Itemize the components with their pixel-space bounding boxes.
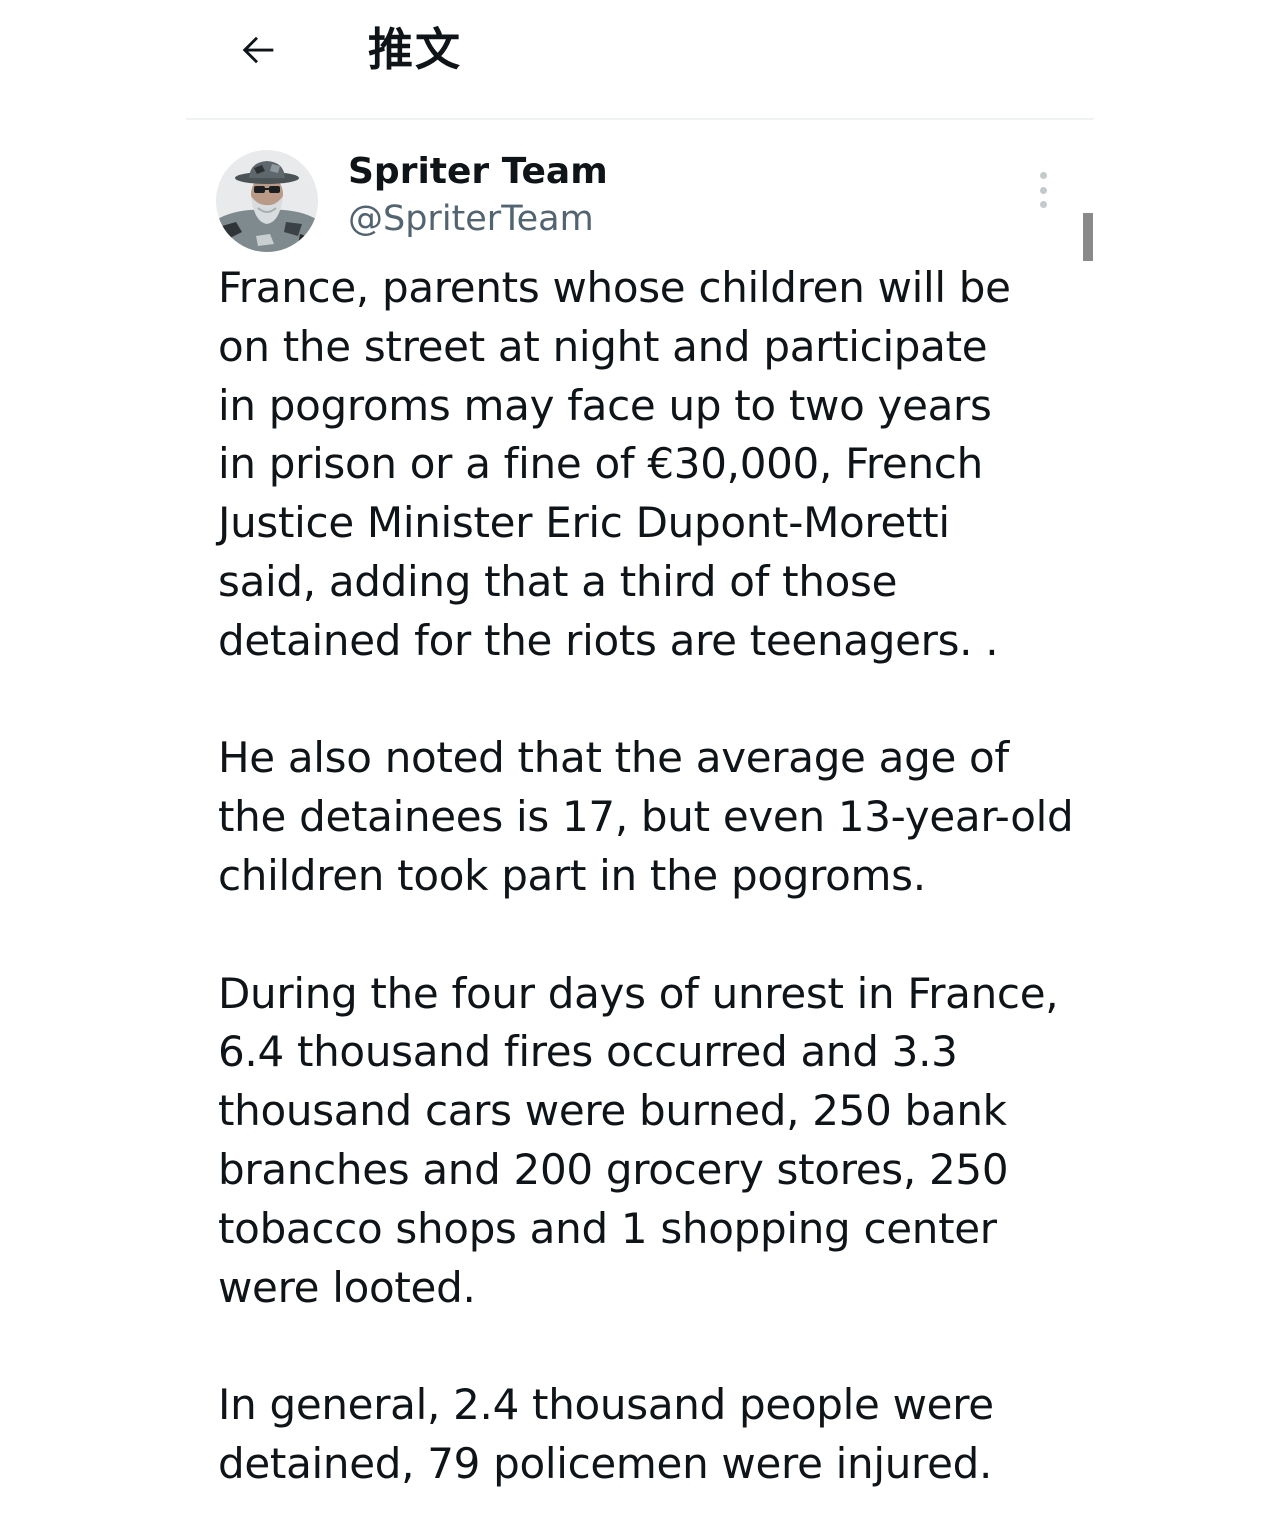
avatar[interactable]	[216, 150, 318, 252]
tweet-line: the detainees is 17, but even 13-year-ol…	[218, 792, 1074, 842]
avatar-image	[216, 150, 318, 252]
tweet-line: in pogroms may face up to two years	[218, 380, 992, 430]
scrollbar-thumb[interactable]	[1083, 213, 1093, 261]
tweet-line: Justice Minister Eric Dupont-Moretti	[218, 498, 950, 548]
tweet-line: children took part in the pogroms.	[218, 850, 926, 900]
author-handle[interactable]: @SpriterTeam	[348, 197, 594, 241]
tweet-line: detained for the riots are teenagers. .	[218, 615, 999, 665]
tweet-line: branches and 200 grocery stores, 250	[218, 1144, 1009, 1194]
tweet-line: detained, 79 policemen were injured.	[218, 1438, 993, 1488]
tweet-line: He also noted that the average age of	[218, 733, 1009, 783]
arrow-left-icon	[242, 36, 274, 64]
back-button[interactable]	[230, 22, 286, 78]
tweet-line: on the street at night and participate	[218, 321, 988, 371]
more-options-button[interactable]	[1030, 168, 1056, 212]
tweet-line: 6.4 thousand fires occurred and 3.3	[218, 1027, 958, 1077]
vertical-ellipsis-icon	[1039, 172, 1047, 179]
page-title: 推文	[368, 23, 463, 76]
tweet-line: in prison or a fine of €30,000, French	[218, 439, 983, 489]
author-name[interactable]: Spriter Team	[348, 150, 608, 194]
tweet-line: tobacco shops and 1 shopping center	[218, 1203, 997, 1253]
tweet-line: were looted.	[218, 1262, 476, 1312]
tweet-line: said, adding that a third of those	[218, 556, 898, 606]
top-bar: 推文	[186, 0, 1094, 120]
tweet-line: France, parents whose children will be	[218, 263, 1011, 312]
vertical-ellipsis-icon	[1039, 201, 1047, 208]
tweet-text: France, parents whose children will be o…	[218, 259, 1080, 1494]
vertical-ellipsis-icon	[1039, 186, 1047, 194]
tweet-line: During the four days of unrest in France…	[218, 968, 1059, 1018]
tweet-line: thousand cars were burned, 250 bank	[218, 1086, 1007, 1136]
tweet-line: In general, 2.4 thousand people were	[218, 1380, 994, 1430]
